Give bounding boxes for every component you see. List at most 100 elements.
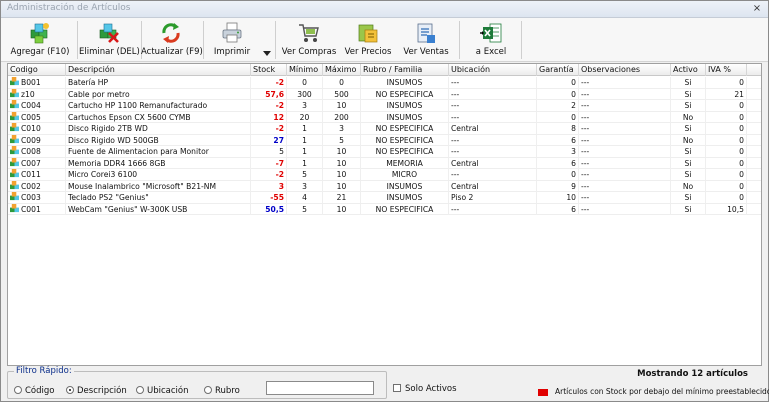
close-icon[interactable]: × — [750, 3, 764, 15]
cell-descripcion: Mouse Inalambrico "Microsoft" B21-NM — [66, 180, 251, 192]
quick-filter-input[interactable] — [266, 381, 374, 395]
article-cubes-icon — [10, 203, 19, 212]
table-row[interactable]: C002 Mouse Inalambrico "Microsoft" B21-NM… — [8, 180, 761, 192]
agregar-button[interactable]: Agregar (F10) — [5, 19, 75, 60]
col-header-maximo[interactable]: Máximo — [323, 64, 361, 76]
table-row[interactable]: C009 Disco Rigido WD 500GB 27 1 5 NO ESPECIFI… — [8, 134, 761, 146]
cell-garantia: 0 — [537, 88, 579, 100]
table-row[interactable]: C001 WebCam "Genius" W-300K USB 50,5 5 10 NO … — [8, 203, 761, 215]
cell-iva: 0 — [706, 77, 747, 88]
table-row[interactable]: C010 Disco Rigido 2TB WD -2 1 3 NO ESPECIFICA… — [8, 123, 761, 135]
cell-iva-text: 0 — [739, 181, 744, 191]
cell-maximo-text: 10 — [336, 170, 347, 179]
article-cubes-icon — [10, 134, 19, 143]
col-header-iva[interactable]: IVA % — [706, 64, 747, 76]
actualizar-button[interactable]: Actualizar (F9) — [141, 19, 203, 60]
cell-minimo-text: 3 — [302, 101, 307, 110]
cell-observaciones: --- — [579, 192, 671, 203]
cell-descripcion: Teclado PS2 "Genius" — [66, 192, 251, 203]
cell-minimo-text: 5 — [302, 204, 307, 214]
eliminar-button[interactable]: Eliminar (DEL) — [79, 19, 140, 60]
filter-radio-descripcion[interactable]: Descripción — [66, 385, 127, 397]
cell-garantia-text: 8 — [571, 124, 576, 133]
col-header-garantia[interactable]: Garantía — [537, 64, 579, 76]
grid-header: Codigo Descripción Stock Mínimo Máximo R… — [8, 64, 761, 76]
cell-garantia-text: 10 — [566, 193, 576, 202]
cell-observaciones-text: --- — [581, 193, 590, 202]
cell-stock: 3 — [251, 180, 287, 192]
cell-minimo: 1 — [287, 146, 323, 157]
col-header-ubicacion[interactable]: Ubicación — [449, 64, 537, 76]
toolbar-separator — [275, 21, 276, 59]
table-row[interactable]: C004 Cartucho HP 1100 Remanufacturado -2 3 1… — [8, 100, 761, 112]
cell-stock-text: -2 — [275, 124, 284, 133]
cell-codigo-text: C011 — [21, 170, 41, 179]
cell-observaciones-text: --- — [581, 204, 590, 214]
ver-compras-button[interactable]: Ver Compras — [281, 19, 337, 60]
cell-descripcion: Cartuchos Epson CX 5600 CYMB — [66, 111, 251, 123]
cell-observaciones: --- — [579, 169, 671, 180]
cell-rubro-text: NO ESPECIFICA — [375, 124, 434, 133]
cell-activo-text: Si — [684, 89, 692, 99]
cell-activo-text: Si — [684, 101, 692, 110]
col-header-activo[interactable]: Activo — [671, 64, 706, 76]
actualizar-label: Actualizar (F9) — [141, 47, 203, 57]
col-header-rubro[interactable]: Rubro / Familia — [361, 64, 449, 76]
ver-ventas-button[interactable]: Ver Ventas — [399, 19, 453, 60]
table-row[interactable]: z10 Cable por metro 57,6 300 500 NO ESPECIFIC… — [8, 88, 761, 100]
cell-iva-text: 10,5 — [727, 204, 744, 214]
cell-rubro: MICRO — [361, 169, 449, 180]
col-header-minimo[interactable]: Mínimo — [287, 64, 323, 76]
toolbar-separator — [521, 21, 522, 59]
radio-selected-icon — [66, 386, 74, 394]
cell-descripcion-text: Mouse Inalambrico "Microsoft" B21-NM — [68, 181, 217, 191]
col-header-codigo[interactable]: Codigo — [8, 64, 66, 76]
cell-iva-text: 0 — [739, 101, 744, 110]
low-stock-legend-swatch — [538, 389, 548, 396]
cell-garantia-text: 0 — [571, 89, 576, 99]
filter-radio-codigo[interactable]: Código — [14, 385, 55, 397]
cell-codigo: C005 — [8, 111, 66, 123]
cell-maximo: 5 — [323, 134, 361, 146]
filter-radio-codigo-label: Código — [25, 386, 55, 396]
solo-activos-checkbox[interactable]: Solo Activos — [393, 383, 457, 395]
articulos-grid[interactable]: Codigo Descripción Stock Mínimo Máximo R… — [7, 63, 762, 366]
cell-activo-text: No — [682, 181, 694, 191]
imprimir-button[interactable]: Imprimir — [207, 19, 257, 60]
cell-maximo-text: 10 — [336, 147, 347, 156]
ver-precios-button[interactable]: Ver Precios — [341, 19, 395, 60]
cell-stock: 57,6 — [251, 88, 287, 100]
cell-iva: 21 — [706, 88, 747, 100]
table-row[interactable]: C007 Memoria DDR4 1666 8GB -7 1 10 MEMORIA Cen… — [8, 157, 761, 169]
a-excel-button[interactable]: a Excel — [465, 19, 517, 60]
cell-rubro-text: MEMORIA — [386, 158, 423, 168]
cell-activo-text: No — [682, 112, 694, 122]
col-header-stock[interactable]: Stock — [251, 64, 287, 76]
toolbar: Agregar (F10) Eliminar (DEL) Actualizar … — [1, 18, 768, 62]
cell-activo: No — [671, 180, 706, 192]
col-header-descripcion[interactable]: Descripción — [66, 64, 251, 76]
toolbar-separator — [203, 21, 204, 59]
print-dropdown-arrow-icon[interactable] — [263, 51, 271, 57]
quick-filter-title: Filtro Rápido: — [14, 366, 74, 376]
cell-maximo: 10 — [323, 146, 361, 157]
printer-icon — [222, 22, 242, 43]
cell-stock-text: 12 — [273, 112, 284, 122]
table-row[interactable]: C008 Fuente de Alimentacion para Monitor 5… — [8, 146, 761, 158]
table-row[interactable]: C005 Cartuchos Epson CX 5600 CYMB 12 20 200 I… — [8, 111, 761, 123]
cell-descripcion: Fuente de Alimentacion para Monitor — [66, 146, 251, 157]
filter-radio-ubicacion[interactable]: Ubicación — [136, 385, 188, 397]
table-row[interactable]: C003 Teclado PS2 "Genius" -55 4 21 INSUMOS Pis… — [8, 192, 761, 204]
cell-activo-text: Si — [684, 124, 692, 133]
table-row[interactable]: C011 Micro Corei3 6100 -2 5 10 MICRO --- 0 --- Si… — [8, 169, 761, 181]
cell-codigo-text: C002 — [21, 181, 41, 191]
filter-radio-rubro[interactable]: Rubro — [204, 385, 240, 397]
cell-activo: Si — [671, 88, 706, 100]
cell-iva-text: 21 — [734, 89, 744, 99]
cell-ubicacion-text: --- — [451, 89, 460, 99]
col-header-observaciones[interactable]: Observaciones — [579, 64, 671, 76]
cell-stock: 5 — [251, 146, 287, 157]
cell-garantia-text: 6 — [571, 204, 576, 214]
cell-codigo-text: C009 — [21, 135, 41, 145]
table-row[interactable]: B001 Batería HP -2 0 0 INSUMOS --- 0 --- Si 0 — [8, 77, 761, 89]
